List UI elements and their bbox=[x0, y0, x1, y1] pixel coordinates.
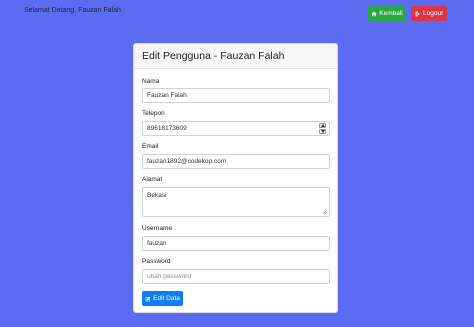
back-button[interactable]: Kembali bbox=[368, 6, 406, 21]
username-input[interactable]: fauzan bbox=[142, 236, 330, 251]
logout-button-label: Logout bbox=[423, 10, 443, 17]
alamat-value: Bekasi bbox=[147, 192, 167, 199]
telepon-value: 89618173609 bbox=[147, 125, 187, 132]
stepper-up-icon[interactable] bbox=[319, 123, 326, 128]
logout-button[interactable]: Logout bbox=[411, 6, 447, 21]
alamat-label: Alamat bbox=[142, 176, 163, 183]
alamat-textarea[interactable]: Bekasi bbox=[142, 187, 330, 217]
back-button-label: Kembali bbox=[379, 10, 403, 17]
nama-label: Nama bbox=[142, 78, 160, 85]
username-label: Username bbox=[142, 225, 172, 232]
home-icon bbox=[371, 11, 377, 17]
password-input[interactable]: ubah password bbox=[142, 269, 330, 284]
edit-data-button[interactable]: Edit Data bbox=[142, 291, 183, 306]
number-stepper[interactable] bbox=[319, 123, 326, 134]
welcome-text: Selamat Datang, Fauzan Falah bbox=[24, 7, 121, 14]
edit-data-label: Edit Data bbox=[153, 295, 180, 302]
password-label: Password bbox=[142, 258, 171, 265]
telepon-input[interactable]: 89618173609 bbox=[142, 121, 330, 136]
sign-out-icon bbox=[415, 11, 421, 17]
nama-input[interactable]: Fauzan Falah bbox=[142, 88, 330, 103]
card-header: Edit Pengguna - Fauzan Falah bbox=[134, 44, 337, 69]
card-title: Edit Pengguna - Fauzan Falah bbox=[142, 50, 285, 62]
stepper-down-icon[interactable] bbox=[319, 129, 326, 134]
telepon-label: Telepon bbox=[142, 110, 165, 117]
email-input[interactable]: fauzan1892@codekop.com bbox=[142, 154, 330, 169]
resize-handle-icon[interactable] bbox=[322, 209, 327, 214]
edit-icon bbox=[145, 296, 151, 302]
email-label: Email bbox=[142, 143, 159, 150]
edit-user-card: Edit Pengguna - Fauzan Falah Nama Fauzan… bbox=[133, 43, 338, 313]
